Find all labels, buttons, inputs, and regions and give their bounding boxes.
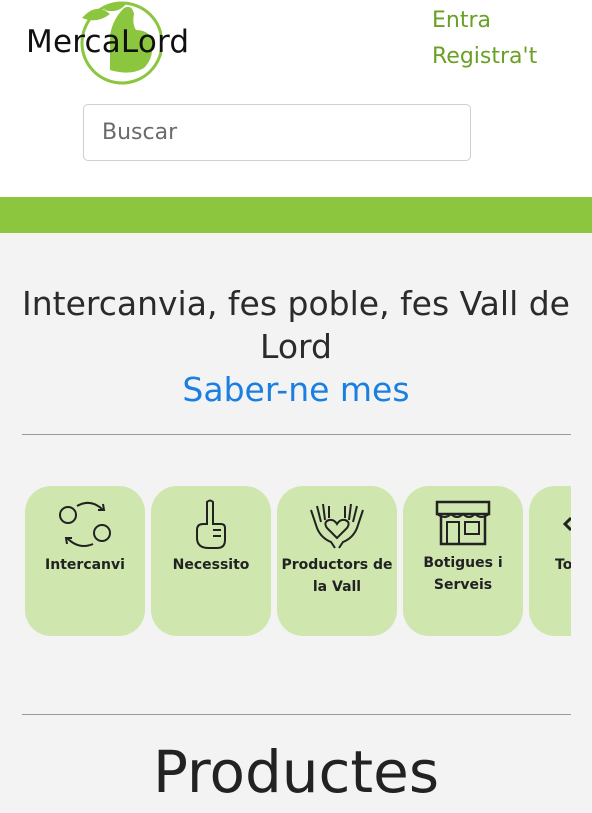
chevron-left-icon: [562, 516, 571, 532]
logo-text: MercaLord: [26, 24, 190, 60]
category-necessito[interactable]: Necessito: [151, 486, 271, 636]
category-label: Intercanvi: [45, 557, 125, 573]
search-input[interactable]: [83, 104, 471, 161]
brand-bar: [0, 197, 592, 233]
category-label: Necessito: [172, 557, 250, 573]
category-productors[interactable]: Productors de la Vall: [277, 486, 397, 636]
hero: Intercanvia, fes poble, fes Vall de Lord…: [0, 282, 592, 411]
divider: [22, 714, 571, 715]
site-header: MercaLord Entra Registra't: [0, 0, 592, 197]
category-botigues[interactable]: Botigues i Serveis: [403, 486, 523, 636]
learn-more-link[interactable]: Saber-ne mes: [22, 368, 570, 411]
category-carousel[interactable]: Intercanvi Necessito Productors de la Va…: [22, 486, 571, 636]
register-link[interactable]: Registra't: [432, 44, 537, 69]
logo[interactable]: MercaLord: [24, 0, 204, 88]
login-link[interactable]: Entra: [432, 8, 491, 33]
category-label: To Se: [555, 557, 571, 573]
category-partial[interactable]: To Se: [529, 486, 571, 636]
hero-tagline: Intercanvia, fes poble, fes Vall de Lord: [22, 284, 570, 366]
hands-heart-icon: [310, 503, 364, 549]
storefront-icon: [435, 500, 491, 546]
exchange-arrows-icon: [59, 501, 111, 547]
category-label: Productors de la Vall: [281, 557, 393, 595]
category-label: Botigues i Serveis: [423, 555, 503, 593]
category-intercanvi[interactable]: Intercanvi: [25, 486, 145, 636]
pointing-hand-icon: [196, 499, 226, 549]
divider: [22, 434, 571, 435]
section-title: Productes: [152, 738, 440, 806]
